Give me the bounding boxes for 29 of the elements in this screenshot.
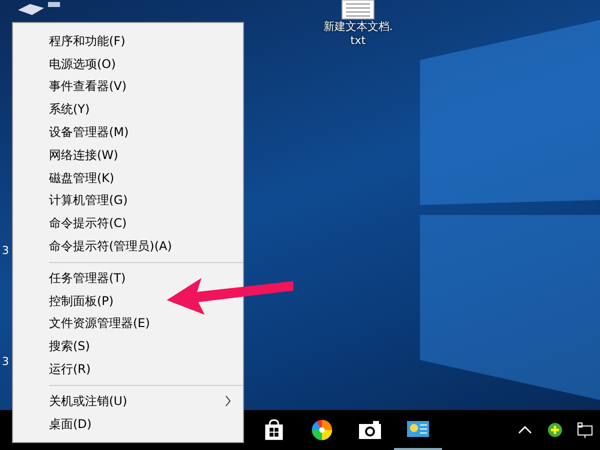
camera-icon[interactable] xyxy=(358,419,382,441)
store-icon[interactable] xyxy=(262,419,286,441)
menu-item[interactable]: 事件查看器(V) xyxy=(49,78,127,96)
icon-label: 3 xyxy=(2,244,9,257)
menu-item[interactable]: 文件资源管理器(E) xyxy=(49,315,150,332)
menu-item[interactable]: 电源选项(O) xyxy=(49,56,116,73)
computer-icon xyxy=(18,2,62,16)
menu-item[interactable]: 搜索(S) xyxy=(49,338,90,356)
menu-item[interactable]: 系统(Y) xyxy=(49,101,90,118)
pinwheel-icon[interactable] xyxy=(310,419,334,441)
menu-item[interactable]: 程序和功能(F) xyxy=(49,32,126,50)
menu-item[interactable]: 运行(R) xyxy=(49,361,91,378)
text-file-icon[interactable] xyxy=(341,0,375,20)
menu-item[interactable]: 任务管理器(T) xyxy=(49,270,126,287)
menu-item[interactable]: 桌面(D) xyxy=(49,416,92,433)
menu-item[interactable]: 关机或注销(U) xyxy=(49,392,128,410)
menu-item[interactable]: 计算机管理(G) xyxy=(49,192,128,210)
network-icon[interactable] xyxy=(577,422,593,438)
menu-item[interactable]: 控制面板(P) xyxy=(49,292,114,310)
menu-item[interactable]: 命令提示符(C) xyxy=(49,215,127,232)
control-panel-icon[interactable] xyxy=(406,418,430,440)
file-label: 新建文本文档. xyxy=(323,20,393,34)
plus-circle-icon[interactable] xyxy=(547,422,563,438)
menu-item[interactable]: 网络连接(W) xyxy=(49,146,118,164)
menu-item[interactable]: 设备管理器(M) xyxy=(49,124,129,142)
file-label: txt xyxy=(350,34,366,48)
icon-label: 3 xyxy=(2,355,9,368)
menu-item[interactable]: 命令提示符(管理员)(A) xyxy=(49,238,172,256)
menu-item[interactable]: 磁盘管理(K) xyxy=(49,170,114,187)
